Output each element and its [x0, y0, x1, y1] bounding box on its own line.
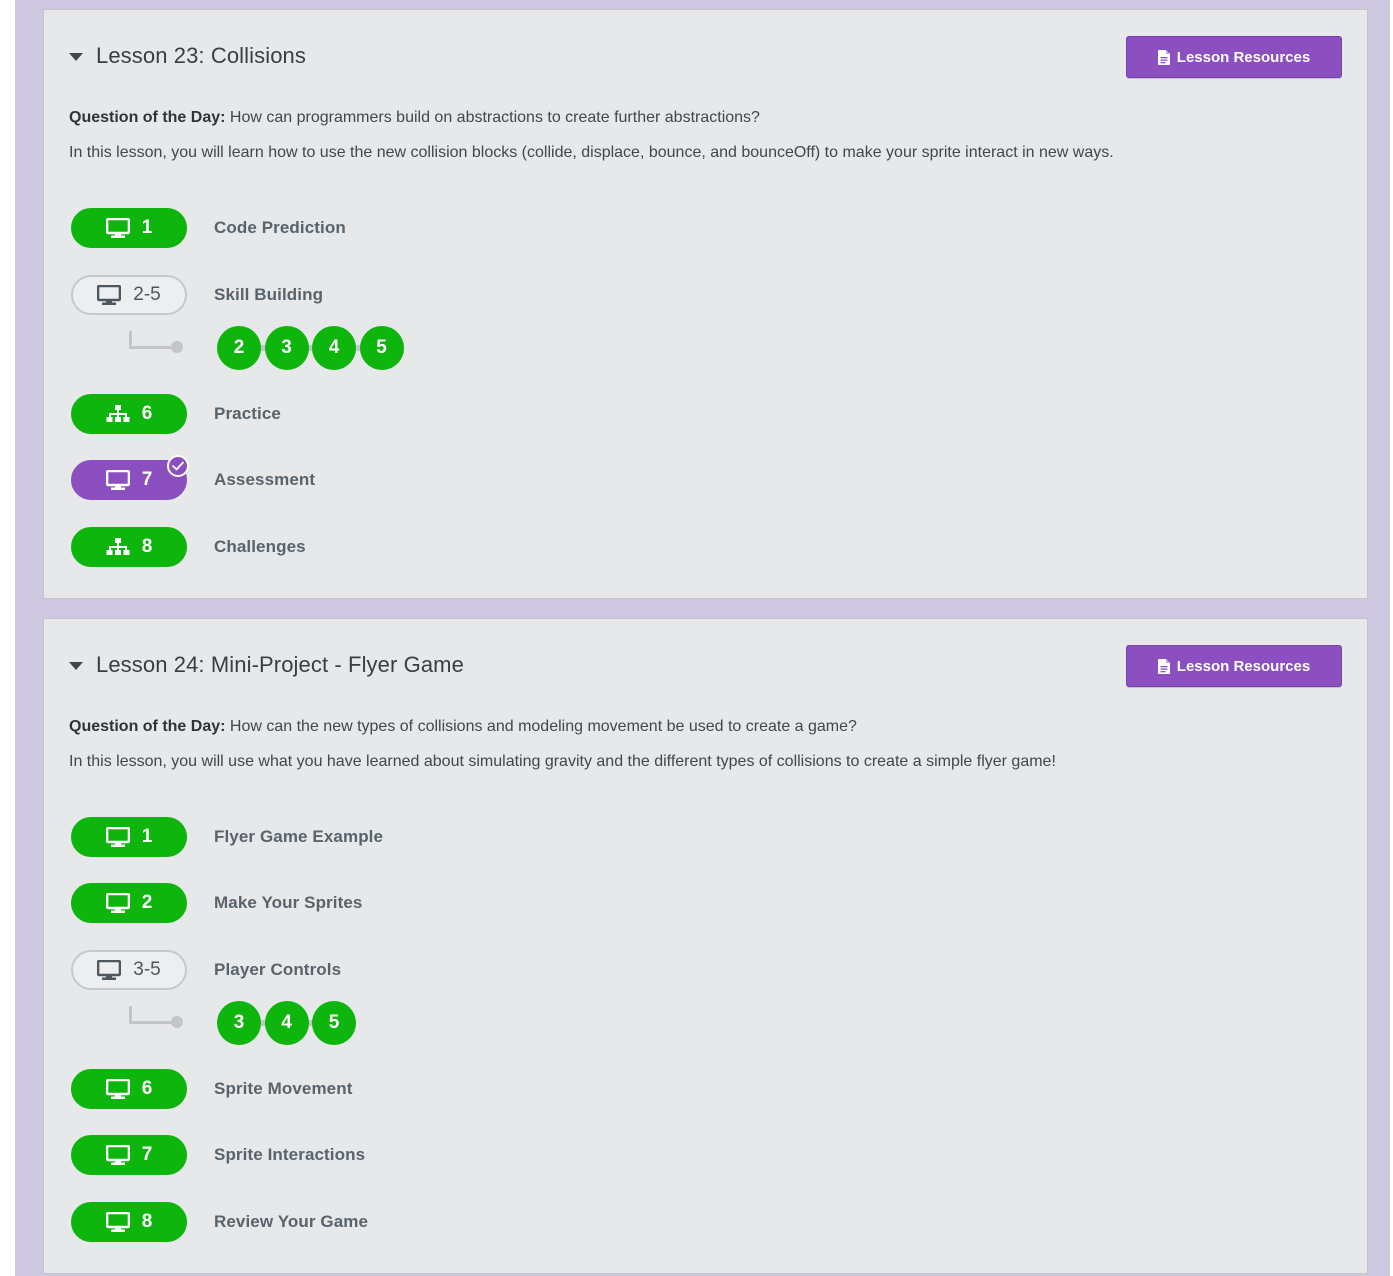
level-name[interactable]: Review Your Game: [214, 1212, 368, 1232]
check-icon: [167, 455, 189, 477]
collapse-caret-icon[interactable]: [69, 662, 83, 670]
level-row: 2-5 Skill Building: [71, 275, 323, 315]
assessment-level-bubble[interactable]: 7: [71, 455, 189, 500]
level-row: 7 Assessment: [71, 455, 315, 500]
level-bubble[interactable]: 7: [71, 1135, 187, 1175]
level-name[interactable]: Skill Building: [214, 285, 323, 305]
level-bubble[interactable]: 2: [71, 883, 187, 923]
sublevel-bubbles: 2 3 4 5: [217, 326, 407, 370]
desktop-icon: [105, 893, 130, 913]
sublevel-connector: [129, 326, 185, 370]
lesson-card-24: Lesson 24: Mini-Project - Flyer Game Les…: [43, 618, 1368, 1274]
level-row: 8 Review Your Game: [71, 1202, 368, 1242]
desktop-icon: [105, 827, 130, 847]
file-icon: [1157, 49, 1170, 65]
sublevel-bubble[interactable]: 3: [217, 1001, 261, 1045]
level-bubble[interactable]: 6: [71, 394, 187, 434]
sublevel-bubble[interactable]: 5: [359, 326, 404, 370]
lesson-overview: In this lesson, you will use what you ha…: [69, 753, 1056, 770]
sublevel-bubble[interactable]: 4: [264, 1001, 309, 1045]
level-name[interactable]: Challenges: [214, 537, 306, 557]
desktop-icon: [105, 1212, 130, 1232]
level-number: 6: [141, 1078, 153, 1099]
level-name[interactable]: Practice: [214, 404, 281, 424]
qotd-label: Question of the Day:: [69, 109, 226, 126]
sitemap-icon: [106, 537, 130, 557]
level-number: 1: [141, 826, 153, 847]
desktop-icon: [97, 960, 122, 980]
lesson-resources-label: Lesson Resources: [1176, 48, 1311, 66]
lesson-resources-button[interactable]: Lesson Resources: [1126, 36, 1342, 78]
level-number: 2: [141, 892, 153, 913]
level-number: 3-5: [133, 959, 161, 980]
sublevel-bubble[interactable]: 5: [312, 1001, 356, 1045]
sublevel-bubble[interactable]: 4: [312, 326, 356, 370]
qotd-text: How can programmers build on abstraction…: [229, 109, 760, 126]
level-name[interactable]: Flyer Game Example: [214, 827, 383, 847]
level-name[interactable]: Sprite Interactions: [214, 1145, 365, 1165]
level-row: 6 Practice: [71, 394, 281, 434]
question-of-the-day: Question of the Day: How can the new typ…: [69, 718, 857, 736]
level-name[interactable]: Assessment: [214, 470, 315, 490]
lesson-title: Lesson 24: Mini-Project - Flyer Game: [96, 652, 464, 677]
level-number: 6: [141, 403, 153, 424]
level-number: 7: [141, 469, 153, 490]
collapse-caret-icon[interactable]: [69, 53, 83, 61]
desktop-icon: [97, 285, 122, 305]
level-row: 2 Make Your Sprites: [71, 883, 362, 923]
level-name[interactable]: Player Controls: [214, 960, 341, 980]
level-number: 1: [141, 217, 153, 238]
lesson-title: Lesson 23: Collisions: [96, 43, 306, 68]
level-row: 8 Challenges: [71, 527, 306, 567]
lesson-header[interactable]: Lesson 24: Mini-Project - Flyer Game: [69, 652, 464, 678]
lesson-header[interactable]: Lesson 23: Collisions: [69, 43, 306, 69]
lesson-overview: In this lesson, you will learn how to us…: [69, 144, 1114, 161]
level-bubble[interactable]: 1: [71, 208, 187, 248]
lesson-resources-button[interactable]: Lesson Resources: [1126, 645, 1342, 687]
level-number: 8: [141, 536, 153, 557]
level-number: 8: [141, 1211, 153, 1232]
sitemap-icon: [106, 404, 130, 424]
level-row: 3-5 Player Controls: [71, 950, 341, 990]
level-bubble[interactable]: 1: [71, 817, 187, 857]
level-row: 1 Flyer Game Example: [71, 817, 383, 857]
level-bubble[interactable]: 6: [71, 1069, 187, 1109]
sublevel-connector: [129, 1001, 185, 1045]
desktop-icon: [105, 218, 130, 238]
level-bubble[interactable]: 3-5: [71, 950, 187, 990]
desktop-icon: [105, 1079, 130, 1099]
level-name[interactable]: Sprite Movement: [214, 1079, 352, 1099]
desktop-icon: [105, 1145, 130, 1165]
level-name[interactable]: Make Your Sprites: [214, 893, 362, 913]
sublevel-row: 2 3 4 5: [129, 326, 407, 370]
question-of-the-day: Question of the Day: How can programmers…: [69, 109, 760, 127]
level-row: 6 Sprite Movement: [71, 1069, 352, 1109]
level-row: 7 Sprite Interactions: [71, 1135, 365, 1175]
level-bubble[interactable]: 8: [71, 527, 187, 567]
qotd-text: How can the new types of collisions and …: [229, 718, 857, 735]
lesson-resources-label: Lesson Resources: [1176, 657, 1311, 675]
level-row: 1 Code Prediction: [71, 208, 346, 248]
desktop-icon: [105, 470, 130, 490]
lesson-card-23: Lesson 23: Collisions Lesson Resources Q…: [43, 9, 1368, 599]
file-icon: [1157, 658, 1170, 674]
level-number: 7: [141, 1144, 153, 1165]
level-bubble[interactable]: 2-5: [71, 275, 187, 315]
sublevel-row: 3 4 5: [129, 1001, 360, 1045]
sublevel-bubbles: 3 4 5: [217, 1001, 360, 1045]
sublevel-bubble[interactable]: 3: [264, 326, 309, 370]
level-number: 2-5: [133, 284, 161, 305]
qotd-label: Question of the Day:: [69, 718, 226, 735]
level-bubble[interactable]: 8: [71, 1202, 187, 1242]
level-name[interactable]: Code Prediction: [214, 218, 346, 238]
sublevel-bubble[interactable]: 2: [217, 326, 261, 370]
